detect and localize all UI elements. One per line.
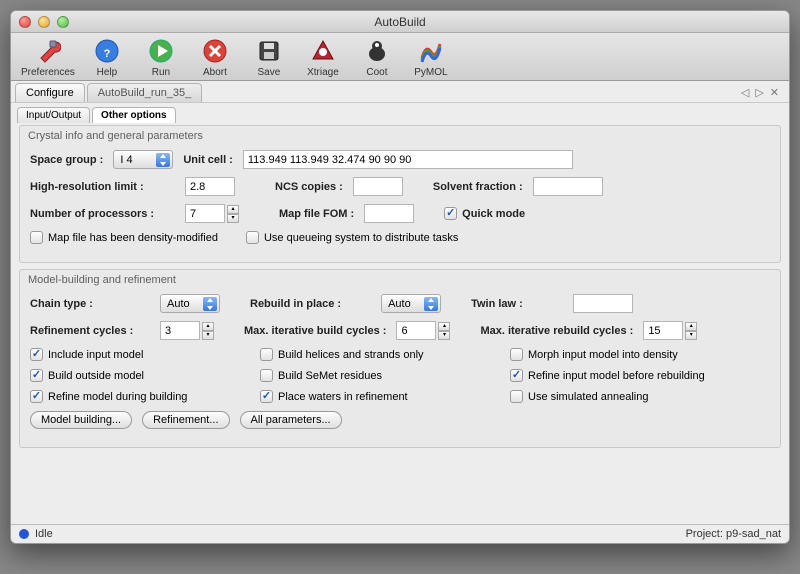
toolbar: Preferences ? Help Run Abort Save Xtriag… [11, 33, 789, 81]
tab-run[interactable]: AutoBuild_run_35_ [87, 83, 203, 102]
save-icon [255, 37, 283, 65]
run-button[interactable]: Run [139, 37, 183, 78]
subtab-other[interactable]: Other options [92, 107, 176, 123]
project-label: Project: [686, 528, 723, 540]
hires-input[interactable] [185, 177, 235, 196]
helices-checkbox[interactable]: Build helices and strands only [260, 348, 510, 361]
rebuild-select[interactable]: Auto [381, 294, 441, 313]
window: AutoBuild Preferences ? Help Run Abort S… [10, 10, 790, 544]
space-group-label: Space group : [30, 154, 103, 166]
quick-mode-checkbox[interactable]: Quick mode [444, 207, 525, 220]
window-title: AutoBuild [11, 15, 789, 29]
help-button[interactable]: ? Help [85, 37, 129, 78]
hires-label: High-resolution limit : [30, 181, 175, 193]
max-rebuild-label: Max. iterative rebuild cycles : [480, 325, 633, 337]
tab-scroll-right-icon[interactable]: ▷ [755, 86, 763, 99]
abort-button[interactable]: Abort [193, 37, 237, 78]
tab-close-icon[interactable]: ✕ [770, 86, 779, 99]
include-input-checkbox[interactable]: Include input model [30, 348, 260, 361]
checkbox-icon [444, 207, 457, 220]
build-outside-checkbox[interactable]: Build outside model [30, 369, 260, 382]
semet-checkbox[interactable]: Build SeMet residues [260, 369, 510, 382]
all-parameters-button[interactable]: All parameters... [240, 411, 342, 429]
twin-input[interactable] [573, 294, 633, 313]
twin-label: Twin law : [471, 298, 523, 310]
model-group: Model-building and refinement Chain type… [19, 269, 781, 448]
nproc-stepper[interactable]: ▴▾ [185, 204, 239, 223]
refine-during-checkbox[interactable]: Refine model during building [30, 390, 260, 403]
max-build-stepper[interactable]: ▴▾ [396, 321, 450, 340]
play-icon [147, 37, 175, 65]
chain-type-label: Chain type : [30, 298, 150, 310]
status-dot-icon [19, 529, 29, 539]
abort-icon [201, 37, 229, 65]
space-group-select[interactable]: I 4 [113, 150, 173, 169]
preferences-button[interactable]: Preferences [21, 37, 75, 78]
rebuild-label: Rebuild in place : [250, 298, 341, 310]
chain-type-select[interactable]: Auto [160, 294, 220, 313]
simulated-anneal-checkbox[interactable]: Use simulated annealing [510, 390, 770, 403]
tab-configure[interactable]: Configure [15, 83, 85, 102]
unit-cell-label: Unit cell : [183, 154, 233, 166]
mapfom-input[interactable] [364, 204, 414, 223]
nproc-label: Number of processors : [30, 208, 175, 220]
xtriage-icon [309, 37, 337, 65]
morph-checkbox[interactable]: Morph input model into density [510, 348, 770, 361]
main-area: Input/Output Other options Crystal info … [11, 103, 789, 524]
max-rebuild-stepper[interactable]: ▴▾ [643, 321, 697, 340]
crystal-group: Crystal info and general parameters Spac… [19, 125, 781, 263]
save-button[interactable]: Save [247, 37, 291, 78]
model-title: Model-building and refinement [20, 270, 780, 286]
density-modified-checkbox[interactable]: Map file has been density-modified [30, 231, 218, 244]
ncs-label: NCS copies : [275, 181, 343, 193]
place-waters-checkbox[interactable]: Place waters in refinement [260, 390, 510, 403]
ref-cycles-stepper[interactable]: ▴▾ [160, 321, 214, 340]
solvent-label: Solvent fraction : [433, 181, 523, 193]
ref-cycles-label: Refinement cycles : [30, 325, 150, 337]
help-icon: ? [93, 37, 121, 65]
spin-up-icon[interactable]: ▴ [227, 205, 239, 214]
tab-scroll-left-icon[interactable]: ◁ [741, 86, 749, 99]
statusbar: Idle Project: p9-sad_nat [11, 524, 789, 543]
status-text: Idle [35, 528, 53, 540]
queue-checkbox[interactable]: Use queueing system to distribute tasks [246, 231, 458, 244]
coot-icon [363, 37, 391, 65]
mapfom-label: Map file FOM : [279, 208, 354, 220]
checkbox-icon [30, 231, 43, 244]
wrench-icon [34, 37, 62, 65]
spin-down-icon[interactable]: ▾ [227, 214, 239, 223]
svg-text:?: ? [104, 48, 111, 60]
titlebar: AutoBuild [11, 11, 789, 33]
refinement-button[interactable]: Refinement... [142, 411, 229, 429]
subtab-io[interactable]: Input/Output [17, 107, 90, 123]
coot-button[interactable]: Coot [355, 37, 399, 78]
crystal-title: Crystal info and general parameters [20, 126, 780, 142]
refine-before-checkbox[interactable]: Refine input model before rebuilding [510, 369, 770, 382]
ncs-input[interactable] [353, 177, 403, 196]
project-name: p9-sad_nat [726, 528, 781, 540]
unit-cell-input[interactable] [243, 150, 573, 169]
max-build-label: Max. iterative build cycles : [244, 325, 386, 337]
pymol-icon [417, 37, 445, 65]
xtriage-button[interactable]: Xtriage [301, 37, 345, 78]
checkbox-icon [246, 231, 259, 244]
solvent-input[interactable] [533, 177, 603, 196]
pymol-button[interactable]: PyMOL [409, 37, 453, 78]
model-building-button[interactable]: Model building... [30, 411, 132, 429]
subtab-bar: Input/Output Other options [11, 103, 789, 123]
tab-bar: Configure AutoBuild_run_35_ ◁ ▷ ✕ [11, 81, 789, 103]
